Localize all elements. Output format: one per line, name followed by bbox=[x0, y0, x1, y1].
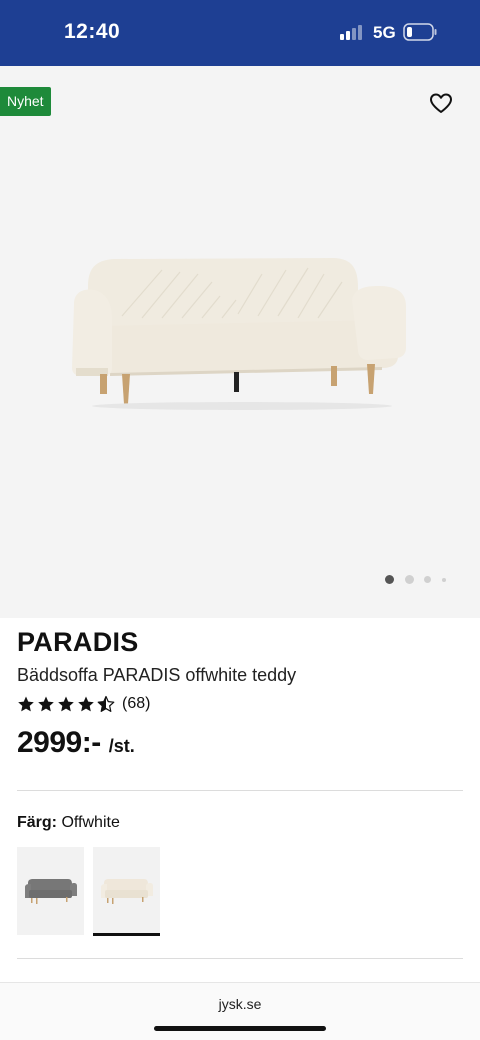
pagination-dot[interactable] bbox=[442, 577, 446, 582]
image-pagination-dots[interactable] bbox=[380, 572, 460, 586]
star-half-icon bbox=[97, 695, 115, 712]
star-filled-icon bbox=[78, 696, 94, 712]
pagination-dot-active[interactable] bbox=[385, 575, 394, 584]
rating-stars bbox=[17, 695, 115, 713]
product-price: 2999:- bbox=[17, 726, 101, 759]
url-text[interactable]: jysk.se bbox=[0, 996, 480, 1012]
new-badge: Nyhet bbox=[0, 87, 51, 116]
review-count[interactable]: (68) bbox=[122, 695, 150, 713]
battery-icon bbox=[403, 23, 437, 41]
color-value: Offwhite bbox=[61, 814, 120, 831]
pagination-dot[interactable] bbox=[424, 576, 431, 583]
price-row: 2999:- /st. bbox=[17, 726, 135, 760]
color-swatch-offwhite[interactable] bbox=[93, 847, 160, 936]
star-filled-icon bbox=[18, 696, 34, 712]
sofa-thumbnail-grey bbox=[25, 879, 77, 904]
status-time: 12:40 bbox=[64, 20, 121, 43]
product-image-gallery[interactable]: Nyhet bbox=[0, 66, 480, 618]
star-filled-icon bbox=[58, 696, 74, 712]
product-image-sofa bbox=[72, 258, 406, 410]
sofa-thumbnail-offwhite bbox=[101, 879, 153, 904]
divider bbox=[17, 958, 463, 959]
heart-outline-icon[interactable] bbox=[428, 90, 454, 116]
network-type: 5G bbox=[373, 23, 396, 42]
color-selector-label: Färg: Offwhite bbox=[17, 814, 120, 832]
pagination-dot[interactable] bbox=[405, 575, 414, 584]
cellular-signal-icon bbox=[340, 24, 366, 40]
star-filled-icon bbox=[38, 696, 54, 712]
color-label: Färg: bbox=[17, 814, 57, 831]
color-swatch-grey[interactable] bbox=[17, 847, 84, 935]
price-unit: /st. bbox=[108, 736, 135, 756]
home-indicator[interactable] bbox=[154, 1026, 326, 1031]
browser-url-bar[interactable]: jysk.se bbox=[0, 982, 480, 1040]
product-brand: PARADIS bbox=[17, 627, 139, 657]
product-title: Bäddsoffa PARADIS offwhite teddy bbox=[17, 665, 297, 685]
divider bbox=[17, 790, 463, 791]
product-rating[interactable]: (68) bbox=[17, 693, 150, 715]
status-bar: 12:40 5G bbox=[0, 0, 480, 66]
